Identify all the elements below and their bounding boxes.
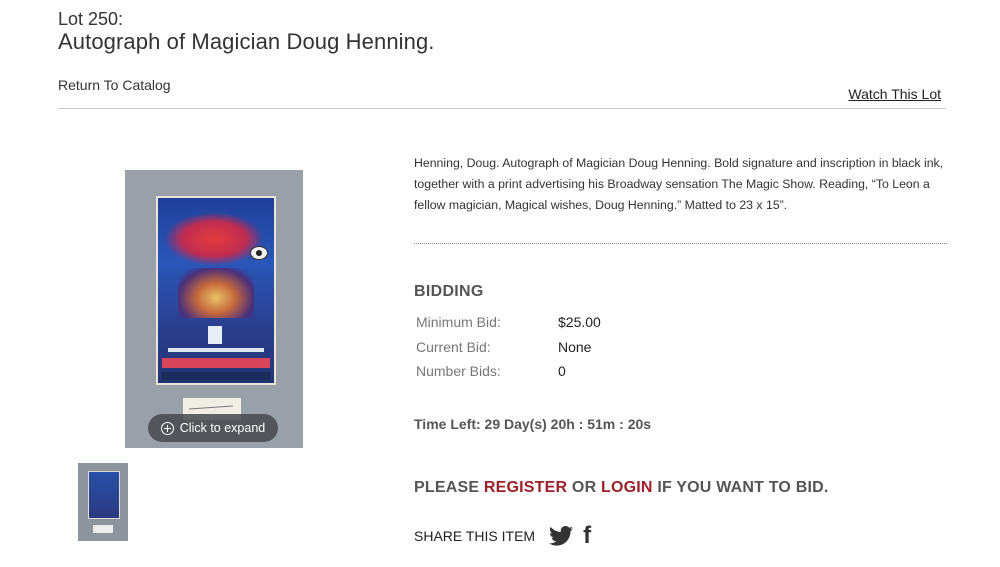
bid-label: Current Bid: [416,339,491,355]
poster-title-art [164,212,264,266]
cta-or: OR [571,479,597,496]
return-to-catalog-link[interactable]: Return To Catalog [58,77,171,93]
signature-ink [189,405,233,410]
share-section: SHARE THIS ITEM f [414,524,591,548]
bid-value: None [558,339,592,355]
zoom-plus-icon [160,421,174,435]
poster-footer-art [162,372,270,380]
header-divider [58,108,946,109]
bidding-heading: BIDDING [414,283,484,300]
register-link[interactable]: REGISTER [484,479,567,496]
thumbnail-poster [88,471,120,519]
time-left: Time Left: 29 Day(s) 20h : 51m : 20s [414,416,652,432]
thumbnail-card [93,525,113,533]
description-divider [414,243,947,244]
bid-value: $25.00 [558,314,601,330]
thumbnail[interactable] [78,463,128,541]
lot-description: Henning, Doug. Autograph of Magician Dou… [414,156,944,212]
facebook-icon[interactable]: f [583,524,591,548]
register-prompt: PLEASE REGISTER OR LOGIN IF YOU WANT TO … [414,479,829,497]
bid-value: 0 [558,363,566,379]
poster-text-art [168,348,264,352]
lot-number: Lot 250: [58,9,124,29]
bid-label: Minimum Bid: [416,314,501,330]
bid-row-minimum: Minimum Bid: $25.00 [416,314,601,330]
main-image[interactable]: Click to expand [125,170,303,448]
bid-row-current: Current Bid: None [416,339,591,355]
cta-suffix: IF YOU WANT TO BID. [657,479,829,496]
bid-label: Number Bids: [416,363,501,379]
twitter-icon[interactable] [549,526,574,546]
bid-row-count: Number Bids: 0 [416,363,566,379]
poster-eye-art [250,246,268,260]
expand-button[interactable]: Click to expand [148,414,278,442]
cta-prefix: PLEASE [414,479,480,496]
watch-lot-link[interactable]: Watch This Lot [848,86,941,102]
page-title: Autograph of Magician Doug Henning. [58,29,435,54]
login-link[interactable]: LOGIN [601,479,653,496]
poster-bar-art [162,358,270,368]
poster-figure-art [178,268,254,318]
poster-logo-art [208,326,222,344]
poster-image [156,196,276,385]
share-label: SHARE THIS ITEM [414,528,536,544]
expand-label: Click to expand [179,421,266,435]
